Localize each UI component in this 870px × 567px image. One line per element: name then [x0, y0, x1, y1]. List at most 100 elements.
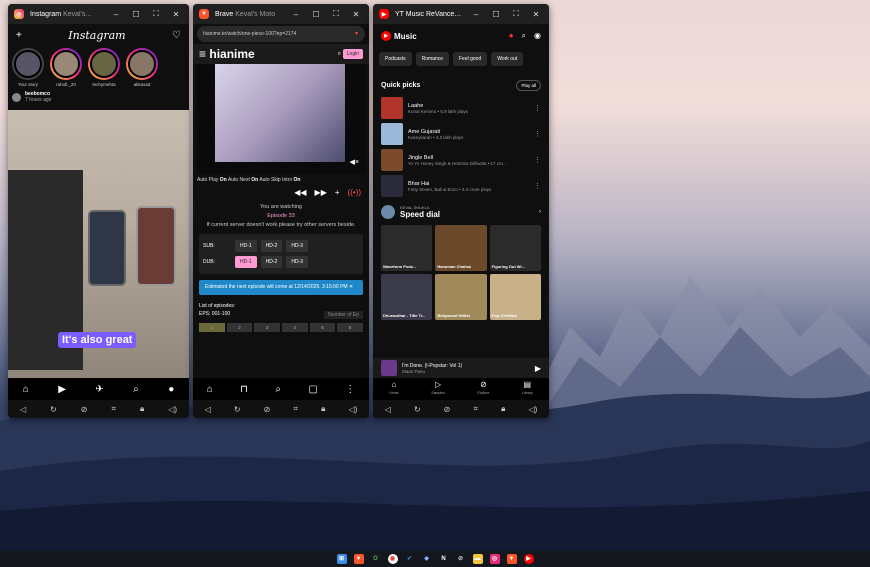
avatar[interactable] — [12, 92, 21, 102]
login-button[interactable]: Login — [342, 48, 363, 59]
rotate-icon[interactable]: ⊘ — [444, 405, 451, 414]
search-icon[interactable]: ⌕ — [338, 51, 341, 57]
episode-button[interactable]: 4 — [281, 323, 308, 332]
rotate-icon[interactable]: ⊘ — [264, 405, 271, 414]
instagram-window[interactable]: ◎ Instagram Keval's... – ☐ ⛶ ✕ + Instagr… — [8, 4, 189, 418]
screenshot-icon[interactable]: ⌗ — [474, 404, 479, 414]
send-icon[interactable]: ✈ — [95, 384, 103, 395]
server-chip[interactable]: HD-3 — [286, 240, 309, 252]
maximize-button[interactable]: ☐ — [309, 10, 323, 19]
bookmark-icon[interactable]: ⊓ — [240, 384, 248, 395]
fullscreen-button[interactable]: ⛶ — [509, 9, 523, 19]
maximize-button[interactable]: ☐ — [129, 10, 143, 19]
home-icon[interactable]: ⌂ — [207, 384, 213, 395]
close-icon[interactable]: ✕ — [349, 284, 353, 290]
story-item[interactable]: akkasad — [126, 48, 158, 88]
fullscreen-button[interactable]: ⛶ — [149, 9, 163, 19]
more-icon[interactable]: ⋮ — [534, 104, 541, 112]
minimize-button[interactable]: – — [289, 10, 303, 19]
maximize-button[interactable]: ☐ — [489, 10, 503, 19]
autoskip-label[interactable]: Auto Skip Intro — [259, 177, 292, 183]
episode-button[interactable]: 5 — [309, 323, 336, 332]
title-bar[interactable]: ▶ YT Music ReVanced K – ☐ ⛶ ✕ — [373, 4, 549, 24]
story-item[interactable]: techymehta — [88, 48, 120, 88]
add-icon[interactable]: + — [335, 188, 340, 197]
close-button[interactable]: ✕ — [529, 10, 543, 19]
rotate-icon[interactable]: ⊘ — [81, 405, 88, 414]
tab-home[interactable]: ⌂ Home — [389, 381, 398, 397]
speed-dial-tile[interactable]: Waveform Podc... — [381, 225, 433, 271]
song-row[interactable]: Ame Gujarati Kukeykaran • 4.3 lakh plays ⋮ — [373, 121, 549, 147]
title-bar[interactable]: ◎ Instagram Keval's... – ☐ ⛶ ✕ — [8, 4, 189, 24]
more-icon[interactable]: ⋮ — [534, 156, 541, 164]
folder-icon[interactable]: ▬ — [472, 554, 483, 564]
reels-icon[interactable]: ▶ — [58, 384, 66, 395]
fullscreen-button[interactable]: ⛶ — [329, 9, 343, 19]
refresh-icon[interactable]: ↻ — [50, 405, 57, 414]
volume-icon[interactable]: ◁) — [529, 405, 538, 414]
speed-dial-tile[interactable]: Hanuman Chalisa — [435, 225, 487, 271]
brave-icon[interactable]: ▼ — [353, 554, 364, 564]
volume-icon[interactable]: ◀× — [350, 158, 359, 166]
volume-icon[interactable]: ◁) — [168, 405, 177, 414]
video-player[interactable]: ◀× — [197, 64, 365, 174]
ytmusic-icon[interactable]: ▶ — [523, 554, 534, 564]
chip-feel-good[interactable]: Feel good — [452, 52, 488, 66]
close-button[interactable]: ✕ — [349, 10, 363, 19]
chip-work-out[interactable]: Work out — [491, 52, 524, 66]
search-icon[interactable]: ⌕ — [522, 31, 526, 41]
brave-icon[interactable]: ▼ — [506, 554, 517, 564]
server-chip[interactable]: HD-3 — [286, 256, 309, 268]
post-image[interactable]: It's also great — [8, 110, 189, 378]
speed-dial-tile[interactable]: Bollywood Hitlist — [435, 274, 487, 320]
minimize-button[interactable]: – — [469, 10, 483, 19]
more-icon[interactable]: ⋮ — [534, 130, 541, 138]
menu-icon[interactable]: ≡ — [199, 47, 206, 61]
episode-button[interactable]: 3 — [254, 323, 280, 332]
home-icon[interactable]: ⌂ — [23, 384, 29, 395]
ytmusic-window[interactable]: ▶ YT Music ReVanced K – ☐ ⛶ ✕ ▶Music ●⌕◉… — [373, 4, 549, 418]
tabs-icon[interactable]: ▢ — [308, 384, 317, 395]
perplexity-icon[interactable]: ⊘ — [456, 554, 466, 564]
broadcast-icon[interactable]: ((•)) — [348, 188, 361, 197]
server-chip[interactable]: HD-2 — [260, 256, 283, 268]
chrome-icon[interactable]: ◉ — [387, 554, 398, 564]
episode-search-input[interactable]: Number of Ep — [324, 311, 363, 319]
autoskip-value[interactable]: On — [294, 177, 301, 183]
copilot-icon[interactable]: ◆ — [422, 554, 432, 564]
song-row[interactable]: Jingle Bell Yo Yo Honey Singh & Hommie Di… — [373, 147, 549, 173]
screenshot-icon[interactable]: ⌗ — [111, 404, 116, 414]
minimize-button[interactable]: – — [109, 10, 123, 19]
profile-icon[interactable]: ● — [168, 384, 174, 395]
brave-window[interactable]: ▼ Brave Keval's Moto – ☐ ⛶ ✕ hianime.to/… — [193, 4, 369, 418]
site-logo[interactable]: hianime — [209, 47, 254, 61]
lock-icon[interactable]: 🔒︎ — [321, 404, 325, 414]
refresh-icon[interactable]: ↻ — [234, 405, 241, 414]
autoplay-value[interactable]: On — [220, 177, 227, 183]
screenshot-icon[interactable]: ⌗ — [294, 404, 299, 414]
episode-button[interactable]: 1 — [199, 323, 225, 332]
back-icon[interactable]: ◁ — [205, 405, 211, 414]
autonext-label[interactable]: Auto Next — [228, 177, 250, 183]
play-all-button[interactable]: Play all — [516, 80, 541, 91]
speed-dial-tile[interactable]: Figuring Out Wi... — [489, 225, 541, 271]
plus-icon[interactable]: + — [16, 30, 22, 41]
server-chip[interactable]: HD-1 — [235, 240, 257, 252]
chip-podcasts[interactable]: Podcasts — [379, 52, 412, 66]
story-item[interactable]: Your story — [12, 48, 44, 88]
speed-dial-tile[interactable]: Dhurandhar - Title Tr... — [381, 274, 433, 320]
mini-player[interactable]: I'm Done. (I-Popstar: Vol 1) Maan Panu ▶ — [373, 358, 549, 378]
server-chip[interactable]: HD-2 — [260, 240, 283, 252]
more-icon[interactable]: ⋮ — [534, 182, 541, 190]
search-icon[interactable]: ⌕ — [275, 384, 281, 395]
url-bar[interactable]: hianime.to/watch/one-piece-100?ep=2174 ▼ — [197, 26, 365, 42]
title-bar[interactable]: ▼ Brave Keval's Moto – ☐ ⛶ ✕ — [193, 4, 369, 24]
rewind-icon[interactable]: ◀◀ — [294, 188, 306, 197]
tab-library[interactable]: ▤ Library — [522, 381, 533, 397]
story-item[interactable]: rahull._20 — [50, 48, 82, 88]
back-icon[interactable]: ◁ — [385, 405, 391, 414]
chip-romance[interactable]: Romance — [415, 52, 449, 66]
profile-icon[interactable]: ◉ — [534, 31, 541, 41]
play-icon[interactable]: ▶ — [535, 364, 541, 373]
tab-samples[interactable]: ▷ Samples — [431, 381, 445, 397]
